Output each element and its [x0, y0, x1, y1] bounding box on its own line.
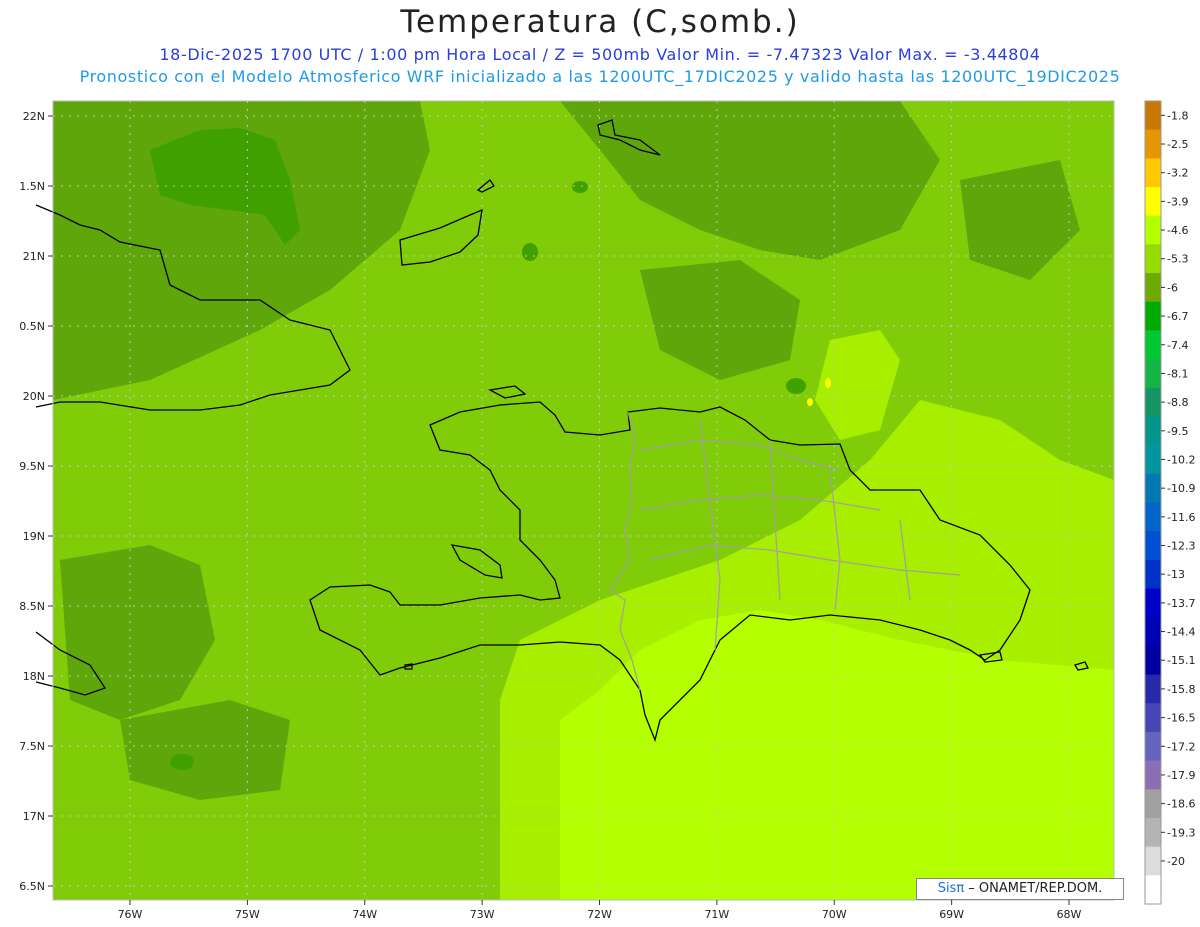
colorbar-label: -11.6	[1167, 511, 1195, 524]
colorbar-label: -15.8	[1167, 683, 1195, 696]
temperature-map: 22N 1.5N 21N 0.5N 20N 9.5N 19N 8.5N 18N 7.5N 17N 6.…	[19, 100, 1195, 921]
colorbar-label: -4.6	[1167, 224, 1188, 237]
lon-label: 69W	[939, 908, 964, 921]
colorbar-label: -20	[1167, 855, 1185, 868]
lat-label: 20N	[23, 390, 45, 403]
colorbar-swatch	[1145, 502, 1161, 532]
colorbar-label: -9.5	[1167, 425, 1188, 438]
colorbar-swatch	[1145, 445, 1161, 475]
colorbar-swatch	[1145, 330, 1161, 360]
colorbar-swatch	[1145, 244, 1161, 274]
lon-label: 74W	[352, 908, 377, 921]
colorbar-swatch	[1145, 817, 1161, 848]
colorbar: -1.8 -2.5 -3.2 -3.9 -4.6 -5.3 -6 -6.7 -7.4 -8.1 -8…	[1144, 100, 1195, 905]
colorbar-label: -17.2	[1167, 740, 1195, 753]
lat-label: 1.5N	[19, 180, 45, 193]
colorbar-swatch	[1145, 760, 1161, 790]
colorbar-swatch	[1145, 645, 1161, 676]
colorbar-swatch	[1145, 588, 1161, 618]
colorbar-label: -2.5	[1167, 138, 1188, 151]
cold-spot-3	[786, 378, 806, 394]
colorbar-swatch	[1145, 158, 1161, 188]
credit-prefix: Sis	[937, 881, 957, 896]
lat-label: 21N	[23, 250, 45, 263]
lat-label: 17N	[23, 810, 45, 823]
lat-label: 18N	[23, 670, 45, 683]
latitude-axis: 22N 1.5N 21N 0.5N 20N 9.5N 19N 8.5N 18N 7.5N 17N 6.…	[19, 110, 53, 893]
lat-label: 8.5N	[19, 600, 45, 613]
warm-spot-2	[807, 398, 813, 406]
colorbar-swatch	[1145, 703, 1161, 733]
lat-label: 7.5N	[19, 740, 45, 753]
lon-label: 73W	[470, 908, 495, 921]
colorbar-label: -14.4	[1167, 626, 1195, 639]
colorbar-label: -7.4	[1167, 339, 1188, 352]
pi-icon: π	[956, 881, 965, 896]
colorbar-swatch	[1145, 416, 1161, 446]
lon-label: 71W	[704, 908, 729, 921]
colorbar-label: -3.9	[1167, 195, 1188, 208]
lat-label: 19N	[23, 530, 45, 543]
lat-label: 6.5N	[19, 880, 45, 893]
colorbar-swatch	[1145, 101, 1161, 131]
lon-label: 68W	[1057, 908, 1082, 921]
lon-label: 75W	[235, 908, 260, 921]
colorbar-label: -17.9	[1167, 769, 1195, 782]
lon-label: 76W	[118, 908, 143, 921]
colorbar-label: -10.2	[1167, 453, 1195, 466]
colorbar-label: -16.5	[1167, 712, 1195, 725]
cold-spot-1	[170, 754, 194, 770]
colorbar-swatch	[1145, 301, 1161, 331]
colorbar-label: -12.3	[1167, 540, 1195, 553]
colorbar-label: -5.3	[1167, 253, 1188, 266]
colorbar-label: -6.7	[1167, 310, 1188, 323]
warm-spot-1	[825, 378, 831, 388]
colorbar-swatch	[1145, 187, 1161, 217]
colorbar-label: -15.1	[1167, 654, 1195, 667]
temperature-field	[53, 101, 1114, 900]
colorbar-swatch	[1145, 359, 1161, 389]
cold-spot-2	[522, 243, 538, 261]
colorbar-swatch	[1145, 129, 1161, 159]
credit-box: Sisπ – ONAMET/REP.DOM.	[916, 878, 1124, 900]
colorbar-swatch	[1145, 273, 1161, 303]
colorbar-label: -1.8	[1167, 109, 1188, 122]
lat-label: 9.5N	[19, 460, 45, 473]
colorbar-label: -3.2	[1167, 167, 1188, 180]
colorbar-label: -10.9	[1167, 482, 1195, 495]
lat-label: 22N	[23, 110, 45, 123]
colorbar-swatch	[1145, 731, 1161, 762]
colorbar-label: -8.8	[1167, 396, 1188, 409]
lat-label: 0.5N	[19, 320, 45, 333]
colorbar-label: -18.6	[1167, 798, 1195, 811]
colorbar-swatch	[1145, 617, 1161, 647]
cold-spot-4	[572, 181, 588, 193]
colorbar-label: -13.7	[1167, 597, 1195, 610]
credit-org: – ONAMET/REP.DOM.	[964, 881, 1103, 896]
colorbar-label: -13	[1167, 568, 1185, 581]
colorbar-swatch	[1145, 674, 1161, 704]
longitude-axis: 76W 75W 74W 73W 72W 71W 70W 69W 68W	[118, 900, 1082, 921]
colorbar-swatch-bottom	[1145, 875, 1161, 904]
colorbar-label: -19.3	[1167, 826, 1195, 839]
lon-label: 72W	[587, 908, 612, 921]
colorbar-swatch	[1145, 846, 1161, 876]
colorbar-swatch	[1145, 559, 1161, 590]
colorbar-swatch	[1145, 789, 1161, 819]
colorbar-swatch	[1145, 473, 1161, 503]
lon-label: 70W	[822, 908, 847, 921]
colorbar-label: -6	[1167, 281, 1178, 294]
colorbar-swatch	[1145, 531, 1161, 561]
colorbar-label: -8.1	[1167, 367, 1188, 380]
colorbar-swatch	[1145, 215, 1161, 245]
colorbar-swatch	[1145, 387, 1161, 417]
